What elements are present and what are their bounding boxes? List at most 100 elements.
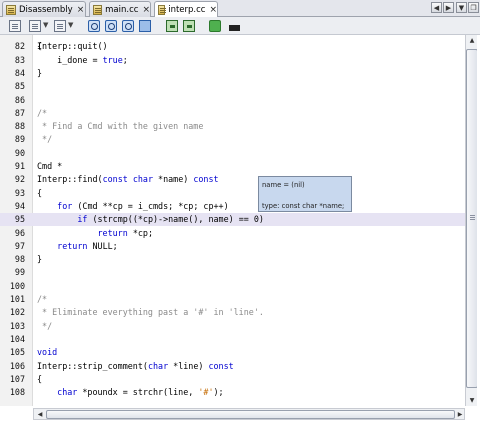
last-edit-icon[interactable] — [9, 20, 21, 32]
line-number: 99 — [14, 267, 25, 278]
document-icon — [93, 4, 103, 15]
code-line[interactable]: 83 i_done = true; — [0, 54, 465, 67]
shift-right-icon[interactable] — [183, 20, 195, 32]
code-text: Interp::strip_comment(char *line) const — [37, 360, 234, 371]
line-number: 84 — [14, 67, 25, 78]
keyword: if — [77, 214, 88, 225]
tab-label: main.cc — [105, 4, 139, 15]
editor-toolbar: ▼ ▼ — [0, 17, 480, 35]
code-line[interactable]: 105 void — [0, 346, 465, 359]
keyword: return — [97, 227, 128, 238]
code-line[interactable]: 103 */ — [0, 320, 465, 333]
code-line[interactable]: 86 — [0, 94, 465, 107]
tab-main-cc[interactable]: main.cc × — [89, 1, 151, 17]
code-text: return *cp; — [97, 227, 153, 238]
tooltip-type: type: const char *name; — [262, 202, 345, 210]
code-line[interactable]: 98} — [0, 253, 465, 266]
code-text: Cmd * — [37, 161, 63, 171]
shift-left-icon[interactable] — [166, 20, 178, 32]
scroll-right-button[interactable]: ▶ — [455, 409, 465, 419]
scroll-left-button[interactable]: ◀ — [35, 409, 45, 419]
code-line[interactable]: 97 return NULL; — [0, 240, 465, 253]
scroll-tabs-right-button[interactable]: ▶ — [443, 2, 454, 13]
code-text: for (Cmd **cp = i_cmds; *cp; cp++) — [57, 200, 229, 211]
code-line[interactable]: 102 * Eliminate everything past a '#' in… — [0, 306, 465, 319]
code-comment: * Eliminate everything past a '#' in 'li… — [37, 307, 264, 318]
code-line[interactable]: 91 Cmd * — [0, 160, 465, 173]
close-icon[interactable]: × — [209, 5, 217, 15]
code-comment: /* — [37, 294, 48, 304]
close-icon[interactable]: × — [77, 5, 85, 15]
vertical-scrollbar[interactable]: ▲ ▼ — [465, 35, 478, 406]
code-line[interactable]: 90 — [0, 147, 465, 160]
tab-interp-cc[interactable]: interp.cc × — [154, 1, 218, 18]
code-line[interactable]: 93 { — [0, 187, 465, 200]
code-line[interactable]: 82 { — [0, 40, 465, 53]
line-number: 100 — [9, 280, 25, 291]
line-number: 92 — [14, 174, 25, 185]
variable-tooltip: name = (nil) type: const char *name; — [258, 176, 352, 212]
forward-icon[interactable] — [54, 20, 66, 32]
stop-macro-icon[interactable] — [229, 25, 240, 31]
code-text: char *poundx = strchr(line, '#'); — [57, 387, 224, 398]
code-line[interactable]: 94 for (Cmd **cp = i_cmds; *cp; cp++) — [0, 200, 465, 213]
tab-list-dropdown-button[interactable]: ▼ — [456, 2, 467, 13]
code-line[interactable]: 100 — [0, 280, 465, 293]
code-line[interactable]: 84} — [0, 67, 465, 80]
close-icon[interactable]: × — [142, 5, 150, 15]
find-next-icon[interactable] — [122, 20, 134, 32]
chevron-down-icon[interactable]: ▼ — [68, 21, 73, 29]
line-number: 86 — [14, 94, 25, 105]
chevron-down-icon[interactable]: ▼ — [43, 21, 48, 29]
tab-label: interp.cc — [168, 5, 206, 15]
code-line[interactable]: 89 */ — [0, 133, 465, 146]
code-line[interactable]: 85 — [0, 80, 465, 93]
code-editor[interactable]: Interp::quit() 82{ 83 i_done = true; 84}… — [0, 35, 465, 406]
code-line[interactable]: 96 return *cp; — [0, 227, 465, 240]
horizontal-scrollbar[interactable]: ◀ ▶ — [33, 408, 465, 420]
code-line[interactable]: 99 — [0, 266, 465, 279]
code-text: { — [37, 373, 43, 384]
restore-window-button[interactable]: ❐ — [468, 2, 479, 13]
line-number: 82 — [14, 41, 25, 52]
code-text: { — [37, 41, 43, 52]
line-number: 107 — [9, 373, 25, 384]
current-code-line[interactable]: 95 if (strcmp((*cp)->name(), name) == 0) — [0, 213, 465, 227]
find-previous-icon[interactable] — [105, 20, 117, 32]
toggle-highlight-icon[interactable] — [139, 20, 151, 32]
code-comment: /* — [37, 107, 48, 118]
code-line[interactable]: 87 /* — [0, 107, 465, 120]
find-selection-icon[interactable] — [88, 20, 100, 32]
code-line[interactable]: 92 Interp::find(const char *name) const — [0, 173, 465, 186]
code-line[interactable]: 106 Interp::strip_comment(char *line) con… — [0, 360, 465, 373]
scroll-tabs-left-button[interactable]: ◀ — [431, 2, 442, 13]
code-line[interactable]: 101 /* — [0, 293, 465, 306]
keyword: const — [193, 174, 219, 185]
code-line[interactable]: 104 — [0, 333, 465, 346]
code-comment: */ — [37, 320, 53, 331]
tab-disassembly[interactable]: Disassembly × — [2, 1, 86, 17]
code-text: { — [37, 187, 43, 198]
code-text: return NULL; — [57, 240, 118, 251]
line-number: 103 — [9, 320, 25, 331]
back-icon[interactable] — [29, 20, 41, 32]
code-line[interactable]: 88 * Find a Cmd with the given name — [0, 120, 465, 133]
document-icon — [6, 4, 16, 15]
line-number: 102 — [9, 307, 25, 318]
code-line[interactable]: 107 { — [0, 373, 465, 386]
code-keyword: void — [37, 347, 58, 358]
code-line[interactable]: 108 char *poundx = strchr(line, '#'); — [0, 386, 465, 399]
keyword: return — [57, 240, 88, 251]
code-text: i_done = true; — [37, 54, 128, 65]
line-number: 98 — [14, 254, 25, 265]
line-number: 108 — [9, 387, 25, 398]
horizontal-scroll-thumb[interactable] — [46, 410, 455, 419]
start-macro-icon[interactable] — [209, 20, 221, 32]
code-area[interactable]: Interp::quit() 82{ 83 i_done = true; 84}… — [0, 35, 465, 406]
line-number: 97 — [14, 240, 25, 251]
tooltip-value: name = (nil) — [262, 181, 305, 189]
tab-label: Disassembly — [19, 4, 73, 15]
document-icon — [158, 5, 167, 15]
line-number: 101 — [9, 294, 25, 304]
line-number: 106 — [9, 360, 25, 371]
